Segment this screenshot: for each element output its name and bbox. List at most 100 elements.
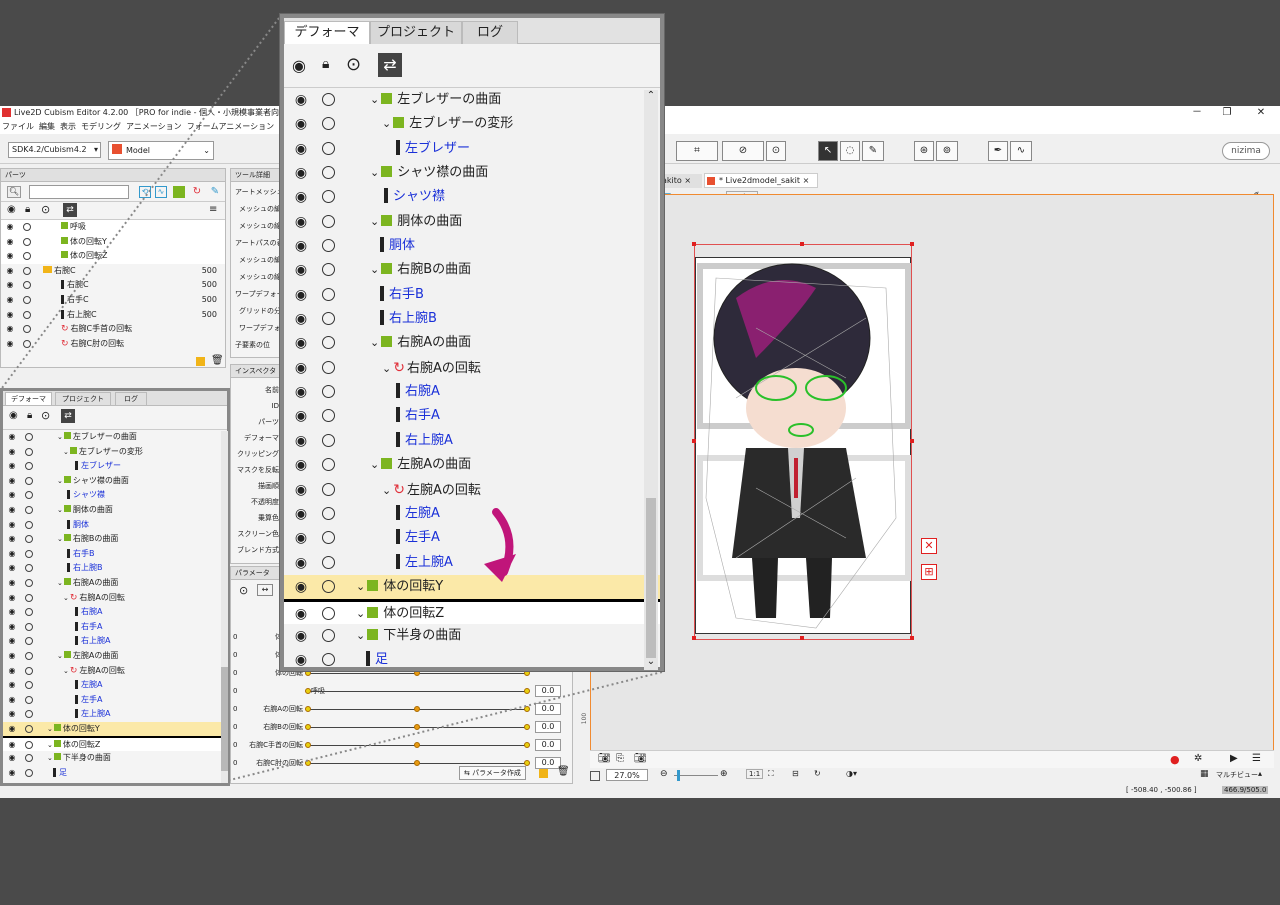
parts-row[interactable]: ◉ 右上腕C 500 — [1, 308, 225, 323]
nizima-button[interactable]: nizima — [1222, 142, 1270, 160]
select-circle[interactable] — [322, 287, 335, 301]
eye-icon[interactable]: ◉ — [292, 283, 310, 307]
eye-icon[interactable]: ◉ — [292, 404, 310, 428]
eye-icon[interactable]: ◉ — [7, 751, 17, 766]
eye-icon[interactable]: ◉ — [5, 249, 15, 264]
tool-detail-item[interactable]: グリッドの分 — [231, 303, 283, 320]
eye-icon[interactable]: ◉ — [292, 575, 310, 599]
close-transform-icon[interactable]: ✕ — [921, 538, 937, 554]
eye-icon[interactable]: ◉ — [5, 235, 15, 250]
chevron-down-icon[interactable]: ⌄ — [382, 117, 391, 130]
list-icon[interactable]: ☰ — [1252, 753, 1261, 764]
select-circle[interactable] — [25, 433, 33, 441]
zoomed-deformer-row[interactable]: ◉ ⌄ 左腕Aの曲面 — [284, 453, 660, 477]
menu-item[interactable]: モデリング — [81, 122, 121, 131]
deformer-row[interactable]: ◉ ⌄ 右腕Bの曲面 — [3, 532, 227, 547]
record-icon[interactable]: ● — [1170, 753, 1180, 766]
eye-icon[interactable]: ◉ — [9, 410, 18, 421]
param-key-min[interactable] — [305, 706, 311, 712]
eye-icon[interactable]: ◉ — [292, 502, 310, 526]
param-key-mid[interactable] — [414, 706, 420, 712]
zoomed-deformer-row[interactable]: ◉ 右腕A — [284, 380, 660, 404]
chevron-down-icon[interactable]: ⌄ — [57, 535, 63, 543]
zoom-in-icon[interactable]: ⊕ — [720, 769, 728, 779]
param-key-min[interactable] — [305, 742, 311, 748]
character-mesh[interactable] — [696, 258, 912, 635]
tool-detail-tab[interactable]: ツール詳細 — [231, 169, 283, 182]
resize-handle-tl[interactable] — [692, 242, 696, 246]
lock-icon[interactable]: 🔒︎ — [322, 56, 329, 72]
select-circle[interactable] — [23, 237, 31, 246]
select-circle[interactable] — [25, 768, 33, 777]
eye-icon[interactable]: ◉ — [7, 678, 17, 693]
select-circle[interactable] — [25, 637, 33, 646]
eye-icon[interactable]: ◉ — [292, 112, 310, 136]
select-tool-button[interactable]: ↖ — [818, 141, 838, 161]
deformer-row[interactable]: ◉ ⌄ 右腕Aの曲面 — [3, 576, 227, 591]
select-circle[interactable] — [322, 433, 335, 447]
deformer-row[interactable]: ◉ ⌄ 体の回転Z — [3, 736, 227, 752]
zoom-out-icon[interactable]: ⊖ — [660, 769, 668, 779]
eye-icon[interactable]: ◉ — [292, 234, 310, 258]
tool-detail-item[interactable]: ワープデフォー — [231, 286, 283, 303]
param-value-field[interactable]: 0.0 — [535, 703, 561, 715]
eye-icon[interactable]: ◉ — [7, 532, 17, 547]
deformer-row[interactable]: ◉ ⌄ 下半身の曲面 — [3, 751, 227, 766]
restore-button[interactable]: ❐ — [1212, 106, 1242, 120]
filter-icon[interactable]: ⟲ — [139, 186, 151, 198]
deformer-row[interactable]: ◉ ⌄ 左ブレザーの変形 — [3, 445, 227, 460]
camera-icon[interactable]: 📷︎ — [598, 753, 611, 764]
select-circle[interactable] — [25, 476, 33, 485]
param-value-field[interactable]: 0.0 — [535, 739, 561, 751]
scrollbar-thumb[interactable] — [221, 667, 228, 771]
chevron-down-icon[interactable]: ⌄ — [63, 667, 69, 675]
eye-icon[interactable]: ◉ — [5, 308, 15, 323]
resize-handle-r[interactable] — [910, 439, 914, 443]
resize-handle-bl[interactable] — [692, 636, 696, 640]
chevron-down-icon[interactable]: ⌄ — [644, 656, 658, 670]
zoomed-deformer-row[interactable]: ◉ ⌄ 右腕Aの曲面 — [284, 331, 660, 355]
glue-tool-button[interactable]: ⊛ — [914, 141, 934, 161]
select-circle[interactable] — [25, 622, 33, 631]
eye-icon[interactable]: ◉ — [292, 356, 310, 380]
tab-log[interactable]: ログ — [115, 392, 147, 406]
deformer-row[interactable]: ◉ 左腕A — [3, 678, 227, 693]
parts-row[interactable]: ◉ 体の回転Z — [1, 249, 225, 264]
zoomed-deformer-row[interactable]: ◉ ⌄ ↻ 左腕Aの回転 — [284, 478, 660, 502]
zoomed-deformer-row[interactable]: ◉ ⌄ 下半身の曲面 — [284, 624, 660, 648]
lock-icon[interactable]: 🔒︎ — [25, 204, 30, 215]
param-key-mid[interactable] — [414, 724, 420, 730]
param-key-max[interactable] — [524, 724, 530, 730]
eye-icon[interactable]: ◉ — [7, 722, 17, 737]
select-circle[interactable] — [23, 339, 31, 348]
tool-detail-item[interactable]: アートパスの表 — [231, 235, 283, 252]
chevron-down-icon[interactable]: ⌄ — [63, 594, 69, 602]
deformer-row[interactable]: ◉ 右手B — [3, 547, 227, 562]
tool-detail-item[interactable]: 子要素の位 — [231, 337, 283, 354]
zoomed-deformer-row[interactable]: ◉ 左腕A — [284, 502, 660, 526]
select-circle[interactable] — [25, 564, 33, 573]
lock-icon[interactable]: 🔒︎ — [27, 410, 32, 421]
parameter-row[interactable]: 0 右腕Aの回転 0.0 — [231, 700, 572, 718]
eye-icon[interactable]: ◉ — [7, 664, 17, 679]
parameter-row[interactable]: 0 右腕C手首の回転 0.0 — [231, 736, 572, 754]
chevron-down-icon[interactable]: ⌄ — [370, 458, 379, 471]
rotate-tool-button[interactable]: ⊙ — [766, 141, 786, 161]
parts-search-input[interactable] — [29, 185, 129, 199]
select-circle[interactable] — [25, 447, 33, 456]
zoomed-deformer-row[interactable]: ◉ ⌄ シャツ襟の曲面 — [284, 161, 660, 185]
chevron-down-icon[interactable]: ⌄ — [356, 607, 365, 620]
chevron-down-icon[interactable]: ⌄ — [370, 93, 379, 106]
select-circle[interactable] — [25, 666, 33, 675]
resize-handle-t[interactable] — [800, 242, 804, 246]
expand-icon[interactable]: ⊙ — [41, 203, 50, 216]
deformer-row[interactable]: ◉ ⌄ シャツ襟の曲面 — [3, 474, 227, 489]
tab-model-active[interactable]: * Live2dmodel_sakit × — [704, 173, 818, 188]
canvas-viewport[interactable]: 100 — [581, 194, 1274, 764]
zoomed-deformer-row[interactable]: ◉ シャツ襟 — [284, 185, 660, 209]
select-circle[interactable] — [322, 166, 335, 180]
select-circle[interactable] — [25, 491, 33, 500]
select-circle[interactable] — [25, 681, 33, 690]
deformer-row[interactable]: ◉ 胴体 — [3, 518, 227, 533]
close-button[interactable]: ✕ — [1246, 106, 1276, 120]
